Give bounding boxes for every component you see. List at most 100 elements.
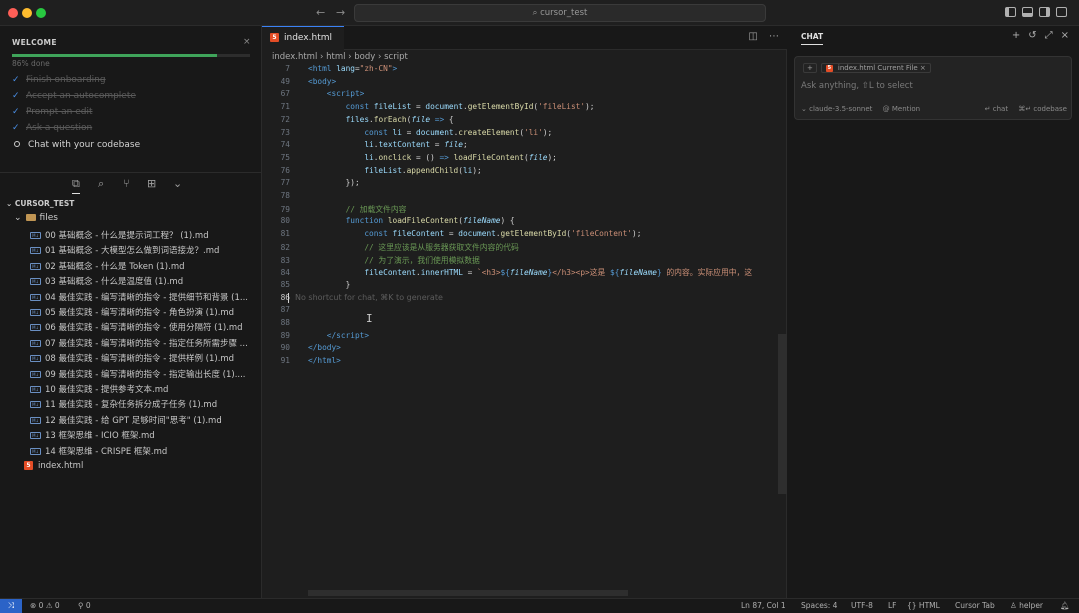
breadcrumb[interactable]: index.html › html › body › script [272, 52, 408, 62]
code-line[interactable]: 67 <script> [262, 89, 787, 102]
file-index-html[interactable]: 5 index.html [24, 461, 254, 471]
vertical-scrollbar[interactable] [778, 334, 787, 494]
file-item[interactable]: M↓ 10 最佳实践 - 提供参考文本.md [30, 383, 260, 395]
file-item[interactable]: M↓ 01 基础概念 - 大模型怎么做到词语接龙？.md [30, 244, 260, 256]
mention-button[interactable]: @ Mention [883, 105, 920, 113]
code-line[interactable]: 72 files.forEach(file => { [262, 115, 787, 128]
toggle-panel-icon[interactable] [1022, 7, 1033, 17]
toggle-sidebar-icon[interactable] [1005, 7, 1016, 17]
tab-chat[interactable]: CHAT [801, 32, 824, 45]
code-line[interactable]: 71 const fileList = document.getElementB… [262, 102, 787, 115]
code-line[interactable]: 79 // 加载文件内容 [262, 204, 787, 217]
chat-input-box[interactable]: +5 index.html Current File × Ask anything… [794, 56, 1072, 120]
code-line[interactable]: 49 <body> [262, 77, 787, 90]
code-line[interactable]: 85 } [262, 280, 787, 293]
problems-indicator[interactable]: ⊗ 0 ⚠ 0 [30, 601, 60, 610]
history-icon[interactable]: ↺ [1028, 30, 1036, 41]
search-icon[interactable]: ⌕ [98, 177, 104, 191]
file-item[interactable]: M↓ 14 框架思维 - CRISPE 框架.md [30, 445, 260, 457]
split-editor-icon[interactable]: ◫ [748, 31, 757, 42]
tab-index-html[interactable]: 5 index.html [262, 26, 344, 50]
cursor-tab-status[interactable]: Cursor Tab [955, 601, 995, 610]
code-line[interactable]: 83 // 为了演示，我们使用模拟数据 [262, 255, 787, 268]
code-line[interactable]: 89 </script> [262, 331, 787, 344]
explorer-section-header[interactable]: ⌄ CURSOR_TEST [6, 199, 74, 208]
code-line[interactable]: 90 </body> [262, 343, 787, 356]
step-accept-autocomplete[interactable]: ✓ Accept an autocomplete [12, 91, 136, 101]
file-item[interactable]: M↓ 09 最佳实践 - 编写清晰的指令 - 指定输出长度 (1).... [30, 368, 260, 380]
maximize-icon[interactable]: ⤢ [1045, 30, 1053, 41]
file-item[interactable]: M↓ 00 基础概念 - 什么是提示词工程？ (1).md [30, 229, 260, 241]
encoding[interactable]: UTF-8 [851, 601, 873, 610]
chat-input[interactable]: Ask anything, ⇧L to select [801, 81, 913, 91]
code-line[interactable]: 7 <html lang="zh-CN"> [262, 64, 787, 77]
file-item[interactable]: M↓ 05 最佳实践 - 编写清晰的指令 - 角色扮演 (1).md [30, 306, 260, 318]
codebase-submit-button[interactable]: ⌘↵ codebase [1018, 105, 1067, 113]
file-item[interactable]: M↓ 06 最佳实践 - 编写清晰的指令 - 使用分隔符 (1).md [30, 321, 260, 333]
chat-submit-button[interactable]: ↵ chat [985, 105, 1008, 113]
file-item[interactable]: M↓ 02 基础概念 - 什么是 Token (1).md [30, 260, 260, 272]
language-mode[interactable]: {} HTML [907, 601, 940, 610]
code-line[interactable]: 75 li.onclick = () => loadFileContent(fi… [262, 153, 787, 166]
code-line[interactable]: 74 li.textContent = file; [262, 140, 787, 153]
plus-icon[interactable]: + [1012, 30, 1020, 41]
folder-files[interactable]: ⌄ files [14, 213, 58, 223]
file-item[interactable]: M↓ 12 最佳实践 - 给 GPT 足够时间"思考" (1).md [30, 414, 260, 426]
zoom-window-button[interactable] [36, 8, 46, 18]
file-item[interactable]: M↓ 11 最佳实践 - 复杂任务拆分成子任务 (1).md [30, 398, 260, 410]
code-line[interactable]: 78 [262, 191, 787, 204]
extensions-icon[interactable]: ⊞ [147, 177, 156, 190]
back-arrow-icon[interactable]: ← [316, 6, 325, 19]
chevron-down-icon: ⌄ [6, 199, 15, 208]
code-line[interactable]: 80 function loadFileContent(fileName) { [262, 216, 787, 229]
ports-indicator[interactable]: ⚲ 0 [78, 601, 91, 610]
customize-layout-icon[interactable] [1056, 7, 1067, 17]
indentation[interactable]: Spaces: 4 [801, 601, 837, 610]
code-line[interactable]: 76 fileList.appendChild(li); [262, 166, 787, 179]
toggle-secondary-sidebar-icon[interactable] [1039, 7, 1050, 17]
command-center-search[interactable]: ⌕ cursor_test [354, 4, 766, 22]
file-item[interactable]: M↓ 08 最佳实践 - 编写清晰的指令 - 提供样例 (1).md [30, 352, 260, 364]
close-icon[interactable]: × [1061, 30, 1069, 41]
file-item[interactable]: M↓ 13 框架思维 - ICIO 框架.md [30, 429, 260, 441]
helper-status[interactable]: ♙ helper [1010, 601, 1043, 610]
remote-indicator[interactable]: ⤨ [0, 599, 22, 613]
step-ask-question[interactable]: ✓ Ask a question [12, 123, 92, 133]
cursor-position[interactable]: Ln 87, Col 1 [741, 601, 786, 610]
files-icon[interactable]: ⧉ [72, 177, 80, 194]
chevron-down-icon[interactable]: ⌄ [173, 177, 182, 190]
step-prompt-edit[interactable]: ✓ Prompt an edit [12, 107, 93, 117]
line-number: 71 [280, 102, 290, 112]
code-line[interactable]: 91 </html> [262, 356, 787, 369]
code-line[interactable]: 86 No shortcut for chat, ⌘K to generate [262, 292, 787, 306]
close-icon[interactable]: × [243, 37, 251, 47]
step-chat-codebase[interactable]: Chat with your codebase [12, 140, 140, 150]
end-of-line[interactable]: LF [888, 601, 897, 610]
code-text: </script> [326, 330, 370, 340]
code-line[interactable]: 84 fileContent.innerHTML = `<h3>${fileNa… [262, 267, 787, 280]
file-item[interactable]: M↓ 07 最佳实践 - 编写清晰的指令 - 指定任务所需步骤 ... [30, 337, 260, 349]
horizontal-scrollbar[interactable] [308, 590, 628, 596]
line-number: 87 [280, 305, 290, 315]
code-line[interactable]: 87 [262, 305, 787, 318]
source-control-icon[interactable]: ⑂ [123, 177, 130, 190]
close-window-button[interactable] [8, 8, 18, 18]
code-line[interactable]: 77 }); [262, 178, 787, 191]
file-item[interactable]: M↓ 04 最佳实践 - 编写清晰的指令 - 提供细节和背景 (1... [30, 291, 260, 303]
more-actions-icon[interactable]: ⋯ [769, 31, 779, 42]
code-line[interactable]: 73 const li = document.createElement('li… [262, 128, 787, 141]
search-text: cursor_test [540, 8, 588, 18]
context-chip[interactable]: 5 index.html Current File × [820, 63, 931, 73]
model-selector[interactable]: ⌄ claude-3.5-sonnet [801, 105, 872, 113]
step-finish-onboarding[interactable]: ✓ Finish onboarding [12, 75, 106, 85]
bell-icon[interactable]: 🔔︎ [1060, 601, 1070, 610]
code-line[interactable]: 88 [262, 318, 787, 331]
line-number: 78 [280, 191, 290, 200]
code-line[interactable]: 82 // 这里应该是从服务器获取文件内容的代码 [262, 242, 787, 255]
chat-actions: + ↺ ⤢ × [1004, 30, 1069, 41]
file-item[interactable]: M↓ 03 基础概念 - 什么是温度值 (1).md [30, 275, 260, 287]
forward-arrow-icon[interactable]: → [336, 6, 345, 19]
code-line[interactable]: 81 const fileContent = document.getEleme… [262, 229, 787, 242]
minimize-window-button[interactable] [22, 8, 32, 18]
add-context-button[interactable]: + [803, 63, 817, 73]
